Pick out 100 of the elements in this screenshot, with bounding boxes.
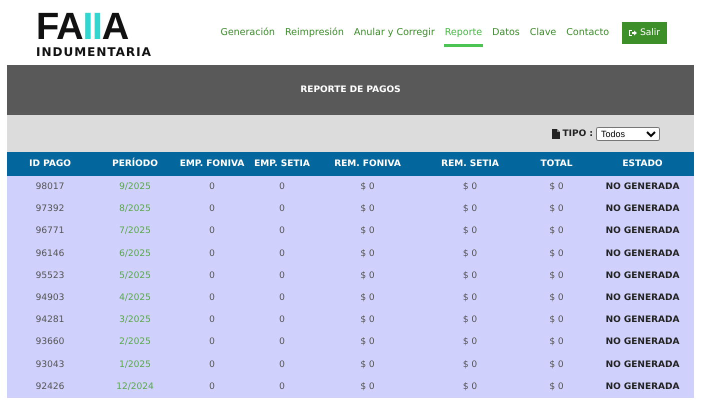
table-cell: NO GENERADA	[606, 182, 680, 192]
logo-subtitle: INDUMENTARIA	[36, 44, 152, 58]
table-cell: $ 0	[462, 382, 478, 392]
table-cell: $ 0	[360, 360, 375, 370]
column-header: EMP. SETIA	[247, 152, 317, 176]
table-cell: 93660	[36, 337, 64, 348]
table-cell: NO GENERADA	[606, 315, 680, 326]
nav-link[interactable]: Reimpresión	[284, 21, 345, 47]
table-cell: 95523	[36, 270, 64, 281]
table-cell: 94281	[36, 315, 64, 326]
table-cell: 92426	[36, 382, 64, 392]
table-cell: 0	[209, 360, 215, 370]
column-header: TOTAL	[522, 152, 591, 176]
nav-link[interactable]: Generación	[219, 21, 276, 47]
table-cell: 0	[209, 248, 215, 259]
table-cell: $ 0	[549, 204, 564, 214]
table-cell: $ 0	[360, 293, 375, 304]
table-cell: $ 0	[549, 182, 564, 192]
table-cell: 0	[209, 382, 215, 392]
table-cell: $ 0	[462, 315, 478, 326]
table-cell: 93043	[36, 360, 64, 370]
column-header: REM. SETIA	[418, 152, 522, 176]
table-cell: NO GENERADA	[606, 293, 680, 304]
table-cell: $ 0	[462, 337, 478, 348]
table-cell: NO GENERADA	[606, 204, 680, 214]
table-cell: $ 0	[549, 315, 564, 326]
type-select[interactable]: Todos	[596, 126, 660, 140]
table-cell: 12/2024	[116, 382, 154, 392]
table-cell: 7/2025	[119, 226, 151, 236]
table-cell: $ 0	[360, 337, 375, 348]
table-cell: 0	[209, 226, 215, 236]
table-cell: $ 0	[360, 382, 375, 392]
logo-wordmark: FAIIA	[36, 10, 128, 42]
table-cell: $ 0	[462, 182, 478, 192]
table-cell: $ 0	[360, 315, 375, 326]
table-cell: 98017	[36, 182, 64, 192]
table-cell: 0	[279, 248, 285, 259]
column-header: PERÍODO	[93, 152, 177, 176]
table-cell: $ 0	[549, 226, 564, 236]
table-cell: 0	[209, 293, 215, 304]
table-cell: $ 0	[462, 204, 478, 214]
column-header: EMP. FONIVA	[177, 152, 247, 176]
table-cell: $ 0	[360, 270, 375, 281]
table-cell: 8/2025	[119, 204, 151, 214]
table-cell: $ 0	[462, 360, 478, 370]
table-cell: 0	[209, 270, 215, 281]
table-cell: 4/2025	[119, 293, 151, 304]
table-cell: NO GENERADA	[606, 226, 680, 236]
table-cell: $ 0	[462, 226, 478, 236]
table-cell: 96771	[36, 226, 64, 236]
table-cell: 97392	[36, 204, 64, 214]
table-cell: $ 0	[549, 337, 564, 348]
table-cell: 0	[279, 315, 285, 326]
logout-icon	[629, 28, 638, 36]
table-cell: $ 0	[549, 248, 564, 259]
table-cell: 0	[279, 293, 285, 304]
table-cell: $ 0	[360, 204, 375, 214]
table-cell: 0	[279, 337, 285, 348]
nav-link[interactable]: Datos	[491, 21, 521, 47]
nav-link[interactable]: Contacto	[565, 21, 610, 47]
column-header: ID PAGO	[7, 152, 93, 176]
table-cell: $ 0	[360, 226, 375, 236]
table-cell: 6/2025	[119, 248, 151, 259]
table-cell: 96146	[36, 248, 64, 259]
nav-link[interactable]: Anular y Corregir	[352, 21, 436, 47]
table-cell: 0	[279, 360, 285, 370]
table-cell: $ 0	[360, 182, 375, 192]
table-cell: $ 0	[549, 293, 564, 304]
table-cell: 0	[209, 337, 215, 348]
table-cell: 0	[209, 315, 215, 326]
table-cell: NO GENERADA	[606, 248, 680, 259]
nav-link[interactable]: Clave	[528, 21, 558, 47]
table-cell: 94903	[36, 293, 64, 304]
column-header: ESTADO	[591, 152, 694, 176]
table-cell: 0	[279, 270, 285, 281]
file-icon	[552, 128, 560, 138]
table-cell: 0	[279, 182, 285, 192]
table-cell: $ 0	[549, 360, 564, 370]
table-cell: NO GENERADA	[606, 337, 680, 348]
table-cell: 3/2025	[119, 315, 151, 326]
table-cell: $ 0	[462, 270, 478, 281]
table-cell: 2/2025	[119, 337, 151, 348]
report-title: REPORTE DE PAGOS	[300, 85, 401, 95]
table-cell: 0	[279, 204, 285, 214]
table-cell: $ 0	[549, 382, 564, 392]
table-cell: 0	[279, 382, 285, 392]
table-cell: NO GENERADA	[606, 270, 680, 281]
table-cell: 0	[279, 226, 285, 236]
table-cell: NO GENERADA	[606, 360, 680, 370]
nav-link[interactable]: Reporte	[444, 21, 484, 47]
filter-label: TIPO :	[562, 128, 593, 138]
table-cell: 0	[209, 182, 215, 192]
table-cell: $ 0	[462, 293, 478, 304]
table-cell: $ 0	[549, 270, 564, 281]
logout-button[interactable]: Salir	[622, 22, 667, 44]
table-cell: 5/2025	[119, 270, 151, 281]
table-cell: 9/2025	[119, 182, 151, 192]
table-cell: 1/2025	[119, 360, 151, 370]
table-cell: $ 0	[360, 248, 375, 259]
table-cell: $ 0	[462, 248, 478, 259]
